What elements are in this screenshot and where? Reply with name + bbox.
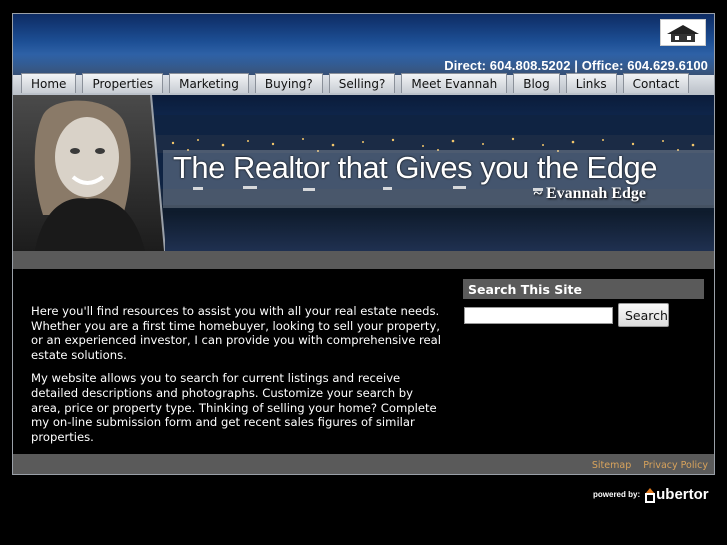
ubertor-logo-icon: ubertor bbox=[644, 486, 709, 503]
nav-links[interactable]: Links bbox=[565, 73, 617, 93]
ubertor-house-icon bbox=[645, 487, 656, 503]
hero-tagline: The Realtor that Gives you the Edge bbox=[173, 150, 657, 185]
intro-paragraph: Here you'll find resources to assist you… bbox=[31, 304, 441, 362]
footer-links: Sitemap Privacy Policy bbox=[592, 460, 708, 471]
main-nav: Home Properties Marketing Buying? Sellin… bbox=[21, 73, 690, 93]
nav-marketing[interactable]: Marketing bbox=[169, 73, 249, 93]
powered-by-badge[interactable]: powered by: ubertor bbox=[593, 486, 709, 503]
nav-meet-evannah[interactable]: Meet Evannah bbox=[401, 73, 508, 93]
ubertor-wordmark: ubertor bbox=[656, 486, 709, 503]
footer-bar: Sitemap Privacy Policy bbox=[13, 454, 714, 474]
footer-link-privacy-policy[interactable]: Privacy Policy bbox=[643, 460, 708, 471]
contact-phone-line: Direct: 604.808.5202 | Office: 604.629.6… bbox=[444, 58, 708, 73]
nav-properties[interactable]: Properties bbox=[82, 73, 164, 93]
hero-signature: ~ Evannah Edge bbox=[533, 185, 646, 202]
search-button[interactable]: Search bbox=[618, 303, 669, 327]
nav-blog[interactable]: Blog bbox=[513, 73, 560, 93]
nav-buying[interactable]: Buying? bbox=[254, 73, 323, 93]
nav-selling[interactable]: Selling? bbox=[328, 73, 396, 93]
intro-paragraph: My website allows you to search for curr… bbox=[31, 371, 437, 444]
page-frame: Direct: 604.808.5202 | Office: 604.629.6… bbox=[12, 13, 715, 475]
powered-by-label: powered by: bbox=[593, 490, 641, 499]
search-section-title: Search This Site bbox=[463, 279, 704, 299]
search-input[interactable] bbox=[464, 307, 613, 324]
brokerage-logo-icon[interactable] bbox=[660, 19, 706, 46]
realtor-portrait-image bbox=[13, 95, 165, 251]
intro-content: Here you'll find resources to assist you… bbox=[31, 304, 443, 453]
nav-contact[interactable]: Contact bbox=[622, 73, 690, 93]
divider-band bbox=[13, 251, 714, 269]
footer-link-sitemap[interactable]: Sitemap bbox=[592, 460, 631, 471]
nav-home[interactable]: Home bbox=[21, 73, 77, 93]
hero-banner: The Realtor that Gives you the Edge ~ Ev… bbox=[13, 95, 714, 251]
